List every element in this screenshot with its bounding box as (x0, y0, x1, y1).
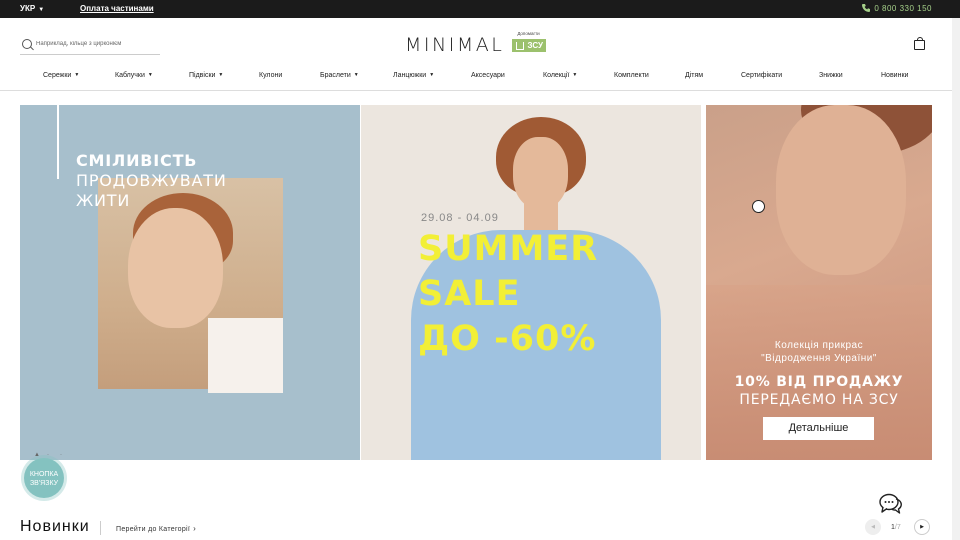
pagination-indicator: 1/7 (891, 524, 901, 531)
nav-item-collections[interactable]: Колекції ▼ (543, 72, 577, 79)
nav-label: Сережки (43, 72, 72, 79)
trident-icon (516, 42, 524, 50)
sale-headline: SUMMER SALE ДО -60% (418, 227, 598, 362)
sale-line: ДО -60% (418, 319, 597, 359)
nav-label: Сертифікати (741, 72, 783, 79)
sale-dates: 29.08 - 04.09 (421, 212, 499, 224)
nav-label: Ланцюжки (393, 72, 427, 79)
nav-label: Комплекти (614, 72, 649, 79)
model-face (776, 105, 906, 275)
search-icon[interactable] (22, 39, 32, 49)
caret-down-icon: ▼ (147, 72, 153, 78)
chevron-down-icon: ▼ (38, 7, 45, 13)
details-button[interactable]: Детальніше (763, 417, 874, 440)
headline-line: ПЕРЕДАЄМО НА ЗСУ (739, 392, 899, 408)
go-to-category-link[interactable]: Перейти до Категорії › (116, 524, 196, 533)
nav-label: Новинки (881, 72, 909, 79)
total-pages: 7 (896, 524, 901, 531)
prev-page-button[interactable]: ◀ (865, 519, 881, 535)
support-zsu-badge[interactable]: Допомагти ЗСУ (511, 31, 546, 53)
phone-number: 0 800 330 150 (874, 4, 932, 13)
collection-caption: Колекція прикрас "Відродження України" (706, 339, 932, 365)
model-face (513, 137, 568, 209)
divider (100, 521, 101, 535)
search-input[interactable] (36, 38, 156, 50)
model-face (128, 208, 223, 328)
next-page-button[interactable]: ▶ (914, 519, 930, 535)
caret-down-icon: ▼ (353, 72, 359, 78)
caret-down-icon: ▼ (429, 72, 435, 78)
chat-icon[interactable] (879, 493, 903, 515)
nav-item-rings[interactable]: Каблучки ▼ (115, 72, 153, 79)
zsu-badge-text: ЗСУ (527, 41, 543, 50)
hero-banner-summer-sale[interactable]: 29.08 - 04.09 SUMMER SALE ДО -60% (361, 105, 701, 460)
phone-link[interactable]: 0 800 330 150 (862, 4, 932, 13)
collection-line: Колекція прикрас (774, 340, 864, 351)
nav-item-discounts[interactable]: Знижки (819, 72, 843, 79)
language-label: УКР (20, 4, 36, 13)
collection-line: "Відродження України" (761, 353, 877, 364)
nav-item-earrings[interactable]: Сережки ▼ (43, 72, 79, 79)
nav-item-bracelets[interactable]: Браслети ▼ (320, 72, 359, 79)
caret-down-icon: ▼ (572, 72, 578, 78)
shopping-bag-icon[interactable] (914, 37, 925, 50)
zsu-badge: ЗСУ (512, 39, 546, 52)
caret-down-icon: ▼ (218, 72, 224, 78)
contact-button-line: ЗВ'ЯЗКУ (29, 480, 59, 487)
donation-headline: 10% ВІД ПРОДАЖУ ПЕРЕДАЄМО НА ЗСУ (706, 373, 932, 409)
nav-item-chains[interactable]: Ланцюжки ▼ (393, 72, 434, 79)
nav-item-pendants[interactable]: Підвіски ▼ (189, 72, 223, 79)
earring-icon (752, 200, 765, 213)
nav-item-sets[interactable]: Комплекти (614, 72, 649, 79)
support-label: Допомагти (517, 31, 540, 36)
search-box[interactable] (20, 36, 160, 55)
decorative-line (57, 105, 59, 179)
nav-item-kids[interactable]: Дітям (685, 72, 703, 79)
phone-icon (862, 4, 871, 12)
nav-item-lockets[interactable]: Кулони (259, 72, 282, 79)
site-logo[interactable]: MINIMAL (405, 34, 504, 56)
triangle-right-icon: ▶ (920, 524, 924, 530)
contact-button[interactable]: КНОПКА ЗВ'ЯЗКУ (24, 458, 64, 498)
hero-banner-courage[interactable]: СМІЛИВІСТЬ ПРОДОВЖУВАТИ ЖИТИ ▲ · · (20, 105, 360, 460)
nav-label: Колекції (543, 72, 570, 79)
banner-headline: СМІЛИВІСТЬ ПРОДОВЖУВАТИ ЖИТИ (76, 151, 227, 211)
headline-line: ЖИТИ (76, 191, 131, 210)
nav-label: Кулони (259, 72, 283, 79)
hero-banner-zsu-collection[interactable]: Колекція прикрас "Відродження України" 1… (706, 105, 932, 460)
headline-line: СМІЛИВІСТЬ (76, 151, 198, 170)
contact-button-line: КНОПКА (29, 471, 59, 478)
nav-label: Браслети (320, 72, 351, 79)
page-scrollbar[interactable] (952, 18, 960, 540)
model-shirt (208, 318, 283, 393)
nav-item-new[interactable]: Новинки (881, 72, 908, 79)
nav-item-accessories[interactable]: Аксесуари (471, 72, 505, 79)
category-link-label: Перейти до Категорії (116, 526, 191, 533)
nav-label: Каблучки (115, 72, 145, 79)
triangle-left-icon: ◀ (871, 524, 875, 530)
sale-line: SALE (418, 274, 521, 314)
installments-link[interactable]: Оплата частинами (80, 4, 154, 13)
headline-line: ПРОДОВЖУВАТИ (76, 171, 227, 190)
nav-item-certificates[interactable]: Сертифікати (741, 72, 782, 79)
headline-line: 10% ВІД ПРОДАЖУ (734, 374, 904, 390)
top-bar: УКР ▼ Оплата частинами 0 800 330 150 (0, 0, 960, 18)
main-nav: Сережки ▼ Каблучки ▼ Підвіски ▼ Кулони Брас… (0, 68, 952, 91)
nav-label: Знижки (819, 72, 843, 79)
chevron-right-icon: › (193, 524, 197, 533)
section-title-new: Новинки (20, 518, 90, 535)
nav-label: Підвіски (189, 72, 216, 79)
nav-label: Аксесуари (471, 72, 505, 79)
caret-down-icon: ▼ (74, 72, 80, 78)
sale-line: SUMMER (418, 229, 599, 269)
language-selector[interactable]: УКР ▼ (20, 4, 44, 13)
nav-label: Дітям (685, 72, 704, 79)
